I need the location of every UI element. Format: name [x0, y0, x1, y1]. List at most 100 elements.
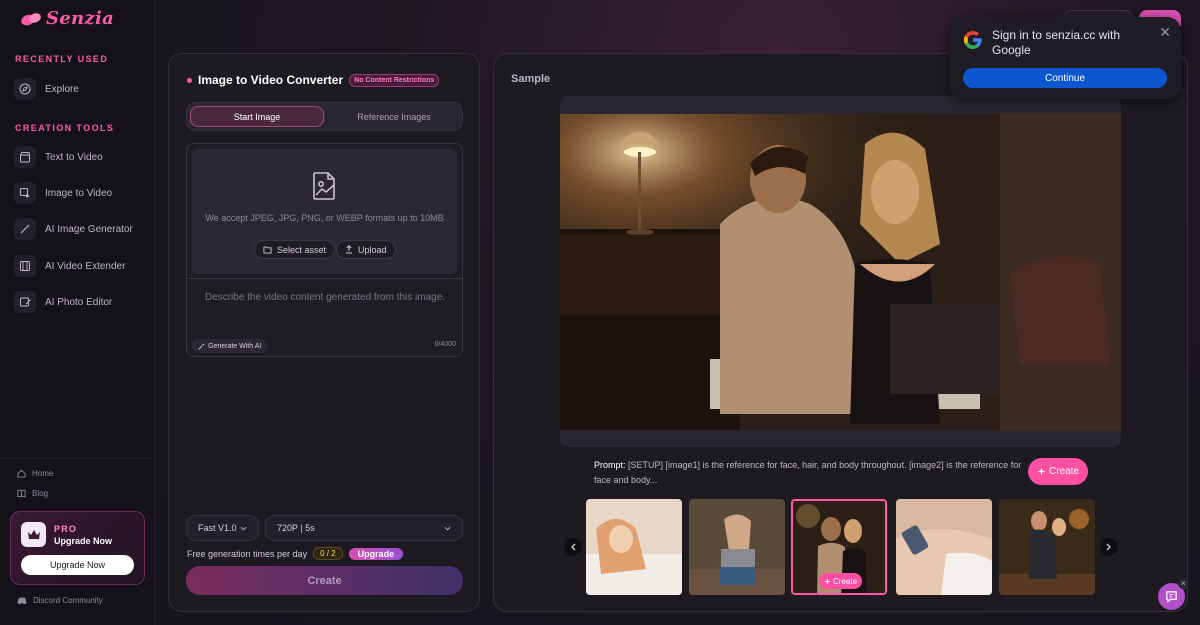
- prompt-label: Prompt:: [594, 460, 626, 470]
- thumbnail-create-label: Create: [833, 576, 858, 586]
- upgrade-now-button[interactable]: Upgrade Now: [21, 555, 134, 575]
- create-button[interactable]: Create: [186, 566, 463, 595]
- image-upload-icon: [310, 171, 338, 206]
- select-asset-button[interactable]: Select asset: [254, 240, 336, 259]
- sidebar-item-explore[interactable]: Explore: [14, 76, 144, 102]
- book-icon: [17, 489, 26, 498]
- sidebar-item-image-to-video[interactable]: Image to Video: [14, 180, 144, 206]
- home-link-label: Home: [32, 469, 54, 478]
- logo[interactable]: Senzia: [20, 8, 114, 29]
- sidebar-item-text-to-video[interactable]: Text to Video: [14, 144, 144, 170]
- sidebar-item-label: Text to Video: [45, 151, 103, 163]
- sidebar-item-label: AI Image Generator: [45, 223, 133, 235]
- sidebar-item-label: AI Photo Editor: [45, 296, 113, 308]
- converter-title: Image to Video Converter: [198, 73, 344, 87]
- sidebar-item-ai-video-extender[interactable]: AI Video Extender: [14, 253, 144, 279]
- sidebar-item-label: Image to Video: [45, 187, 113, 199]
- sparkle-icon: [1037, 467, 1046, 476]
- folder-icon: [263, 245, 272, 254]
- google-continue-button[interactable]: Continue: [963, 68, 1167, 88]
- converter-panel: Image to Video Converter No Content Rest…: [168, 53, 480, 612]
- prompt-textarea[interactable]: [188, 278, 462, 340]
- sidebar-link-discord[interactable]: Discord Community: [17, 596, 103, 605]
- carousel-next-button[interactable]: [1100, 538, 1118, 556]
- quality-select-value: 720P | 5s: [277, 523, 315, 533]
- discord-link-label: Discord Community: [33, 596, 103, 605]
- chevron-down-icon: [444, 523, 451, 533]
- home-icon: [17, 469, 26, 478]
- prompt-text: [SETUP] [image1] is the reference for fa…: [594, 460, 1022, 485]
- chat-close-icon[interactable]: ×: [1178, 578, 1189, 589]
- sample-create-button[interactable]: Create: [1028, 458, 1088, 485]
- model-select-value: Fast V1.0: [198, 523, 237, 533]
- chevron-down-icon: [240, 523, 247, 533]
- title-dot: [187, 77, 192, 83]
- thumbnail-3[interactable]: Create: [791, 499, 887, 595]
- thumbnail-create-button[interactable]: Create: [819, 573, 863, 589]
- pro-badge-text: PRO: [54, 524, 78, 534]
- sample-thumbnails: Create: [586, 499, 1096, 595]
- logo-text: Senzia: [46, 8, 115, 29]
- recently-used-title: RECENTLY USED: [15, 54, 109, 64]
- sidebar-link-home[interactable]: Home: [17, 469, 53, 478]
- pro-upgrade-card: PRO Upgrade Now Upgrade Now: [10, 511, 145, 585]
- carousel-prev-button[interactable]: [564, 538, 582, 556]
- image-video-icon: [14, 182, 36, 204]
- image-drop-area[interactable]: We accept JPEG, JPG, PNG, or WEBP format…: [192, 149, 457, 274]
- free-generation-row: Free generation times per day 0 / 2 Upgr…: [187, 547, 404, 560]
- free-generation-count: 0 / 2: [313, 547, 343, 560]
- mode-tabs: Start Image Reference Images: [186, 102, 463, 131]
- generate-with-ai-button[interactable]: Generate With AI: [192, 339, 268, 353]
- google-logo-icon: [963, 30, 983, 55]
- sample-label: Sample: [511, 73, 551, 85]
- generate-with-ai-label: Generate With AI: [208, 342, 262, 350]
- magic-wand-icon: [14, 218, 36, 240]
- upload-label: Upload: [358, 244, 387, 255]
- sidebar-item-ai-photo-editor[interactable]: AI Photo Editor: [14, 289, 144, 315]
- senzia-logo-icon: [21, 12, 41, 25]
- sample-preview-frame: [560, 96, 1121, 447]
- upgrade-button[interactable]: Upgrade: [348, 547, 404, 560]
- creation-tools-title: CREATION TOOLS: [15, 123, 115, 133]
- thumbnail-5[interactable]: [999, 499, 1095, 595]
- sample-preview-image: [560, 114, 1121, 430]
- google-signin-text: Sign in to senzia.cc with Google: [992, 28, 1121, 57]
- compass-icon: [14, 78, 36, 100]
- clapperboard-icon: [14, 146, 36, 168]
- select-asset-label: Select asset: [277, 244, 327, 255]
- upload-icon: [346, 245, 352, 254]
- discord-icon: [17, 596, 27, 604]
- sidebar-item-label: Explore: [45, 83, 79, 95]
- upload-hint: We accept JPEG, JPG, PNG, or WEBP format…: [205, 213, 444, 223]
- magic-wand-icon: [198, 342, 205, 350]
- converter-title-row: Image to Video Converter No Content Rest…: [187, 73, 440, 87]
- sparkle-icon: [824, 577, 831, 585]
- tab-start-image[interactable]: Start Image: [190, 106, 324, 127]
- close-icon[interactable]: ✕: [1159, 24, 1171, 41]
- photo-edit-icon: [14, 291, 36, 313]
- chat-icon: [1166, 591, 1177, 603]
- sidebar-divider: [0, 458, 155, 459]
- thumbnail-4[interactable]: [896, 499, 992, 595]
- sample-create-label: Create: [1048, 466, 1079, 477]
- film-icon: [14, 255, 36, 277]
- thumbnail-2[interactable]: [689, 499, 785, 595]
- chevron-left-icon: [571, 543, 576, 551]
- sample-panel: Sample Prompt: [SETUP] [image1] is the r…: [493, 53, 1188, 612]
- sidebar-link-blog[interactable]: Blog: [17, 489, 48, 498]
- google-signin-popup: Sign in to senzia.cc with Google ✕ Conti…: [949, 17, 1181, 99]
- blog-link-label: Blog: [32, 489, 49, 498]
- sample-prompt: Prompt: [SETUP] [image1] is the referenc…: [594, 458, 1022, 488]
- sidebar-item-label: AI Video Extender: [45, 260, 126, 272]
- model-select[interactable]: Fast V1.0: [186, 515, 259, 541]
- thumbnail-1[interactable]: [586, 499, 682, 595]
- tab-reference-images[interactable]: Reference Images: [327, 106, 461, 127]
- sidebar-item-ai-image-generator[interactable]: AI Image Generator: [14, 216, 144, 242]
- quality-select[interactable]: 720P | 5s: [265, 515, 463, 541]
- crown-icon: [21, 522, 46, 547]
- upload-button[interactable]: Upload: [336, 240, 396, 259]
- free-generation-label: Free generation times per day: [187, 548, 308, 559]
- sidebar: Senzia RECENTLY USED Explore CREATION TO…: [0, 0, 155, 625]
- pro-card-title: Upgrade Now: [54, 536, 113, 546]
- upload-box: We accept JPEG, JPG, PNG, or WEBP format…: [186, 143, 463, 357]
